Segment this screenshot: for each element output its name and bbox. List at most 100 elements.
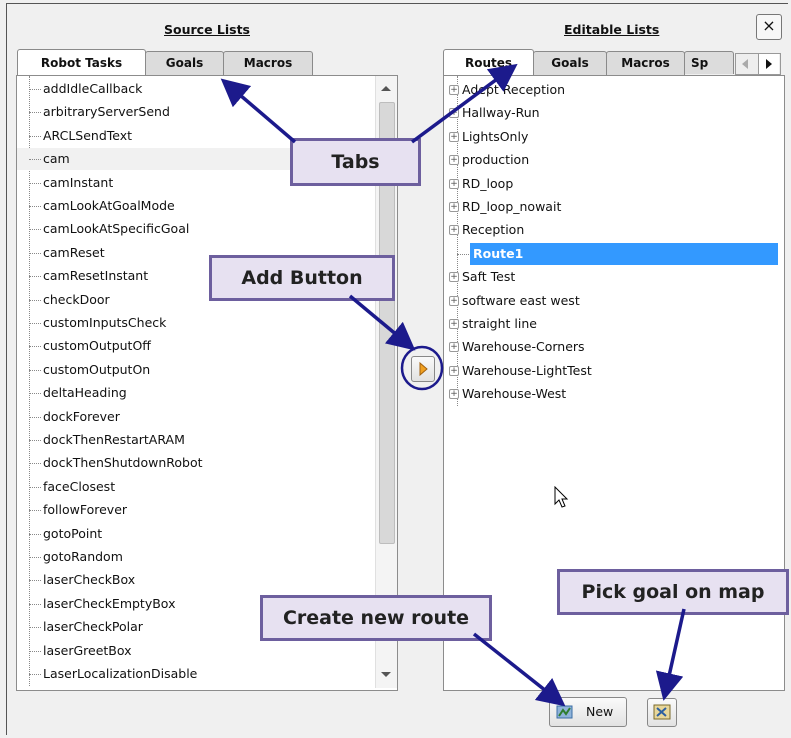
tab-macros-editable[interactable]: Macros	[606, 51, 685, 75]
expand-icon[interactable]: +	[449, 365, 459, 376]
list-item-label: camLookAtGoalMode	[43, 198, 175, 213]
route-item[interactable]: + Hallway-Run	[444, 102, 780, 124]
tab-goals[interactable]: Goals	[145, 51, 224, 75]
tab-goals-editable[interactable]: Goals	[533, 51, 607, 75]
expand-icon[interactable]: +	[449, 225, 459, 236]
route-item[interactable]: + Reception	[444, 219, 780, 241]
list-item[interactable]: customOutputOn	[17, 359, 373, 381]
list-item-label: laserCheckEmptyBox	[43, 595, 176, 611]
list-item[interactable]: laserGreetBox	[17, 640, 373, 662]
list-item[interactable]: followForever	[17, 499, 373, 521]
list-item-label: arbitraryServerSend	[43, 104, 170, 120]
tab-scroll-right-icon	[766, 59, 772, 69]
editable-lists-heading: Editable Lists	[564, 22, 660, 37]
route-item-label: production	[462, 152, 530, 168]
tab-macros[interactable]: Macros	[223, 51, 313, 75]
list-item[interactable]: deltaHeading	[17, 382, 373, 404]
route-item[interactable]: + Adept Reception	[444, 79, 780, 101]
add-button[interactable]	[411, 356, 435, 382]
play-arrow-icon	[419, 361, 428, 377]
tab-routes[interactable]: Routes	[443, 49, 534, 75]
list-item-label: LaserLocalizationDisable	[43, 666, 198, 681]
route-item[interactable]: + Warehouse-West	[444, 383, 780, 405]
tab-scroll-right-button[interactable]	[758, 54, 779, 74]
tree-connector	[29, 299, 41, 301]
scroll-down-icon[interactable]	[381, 672, 391, 677]
list-item[interactable]: customOutputOff	[17, 335, 373, 357]
list-item-label: laserCheckBox	[43, 572, 136, 588]
route-item-label: software east west	[462, 292, 580, 308]
list-item-label: addIdleCallback	[43, 81, 143, 96]
route-item-label: Reception	[462, 222, 525, 238]
list-item[interactable]: customInputsCheck	[17, 312, 373, 334]
tab-robot-tasks[interactable]: Robot Tasks	[17, 49, 146, 75]
tree-connector	[29, 346, 41, 348]
list-item[interactable]: dockThenRestartARAM	[17, 429, 373, 451]
expand-icon[interactable]: +	[449, 108, 459, 119]
tree-connector	[29, 276, 41, 278]
tab-sp[interactable]: Sp	[684, 51, 734, 74]
route-item-label: Adept Reception	[462, 82, 566, 97]
list-item-label: followForever	[43, 502, 128, 518]
expand-icon[interactable]: +	[449, 85, 459, 95]
expand-icon[interactable]: +	[449, 178, 459, 189]
expand-icon[interactable]: +	[449, 295, 459, 306]
list-item-label: camResetInstant	[43, 268, 149, 284]
close-button[interactable]: ×	[756, 14, 782, 40]
expand-icon[interactable]: +	[449, 389, 459, 400]
list-item-label: gotoPoint	[43, 525, 103, 541]
route-item-label: Warehouse-LightTest	[462, 362, 592, 378]
list-item[interactable]: LaserLocalizationDisable	[17, 663, 373, 685]
selected-route-label: Route1	[470, 242, 778, 265]
tree-connector	[29, 416, 41, 418]
route-item[interactable]: + straight line	[444, 313, 780, 335]
route-item[interactable]: + RD_loop_nowait	[444, 196, 780, 218]
expand-icon[interactable]: +	[449, 272, 459, 283]
pick-goal-button[interactable]	[647, 698, 677, 727]
expand-icon[interactable]: +	[449, 202, 459, 212]
expand-icon[interactable]: +	[449, 155, 459, 166]
route-item[interactable]: Route1	[444, 242, 780, 265]
list-item[interactable]: laserCheckBox	[17, 569, 373, 591]
tree-connector	[29, 369, 41, 371]
source-tab-bar: Robot Tasks Goals Macros	[17, 49, 417, 75]
list-item-label: dockThenRestartARAM	[43, 432, 185, 447]
list-item[interactable]: faceClosest	[17, 476, 373, 498]
route-item[interactable]: + Saft Test	[444, 266, 780, 288]
tree-connector	[29, 182, 41, 184]
list-item-label: ARCLSendText	[43, 127, 133, 143]
list-item[interactable]: gotoRandom	[17, 546, 373, 568]
tree-connector	[29, 252, 41, 254]
route-item[interactable]: + RD_loop	[444, 173, 780, 195]
route-item-label: LightsOnly	[462, 128, 529, 144]
list-item[interactable]: addIdleCallback	[17, 78, 373, 100]
list-item[interactable]: dockThenShutdownRobot	[17, 452, 373, 474]
route-item[interactable]: + production	[444, 149, 780, 171]
list-item[interactable]: gotoPoint	[17, 523, 373, 545]
route-item[interactable]: + software east west	[444, 290, 780, 312]
tree-connector	[29, 89, 41, 90]
tab-scroll-left-icon[interactable]	[742, 59, 748, 69]
list-item-label: camReset	[43, 244, 105, 260]
route-item[interactable]: + LightsOnly	[444, 126, 780, 148]
expand-icon[interactable]: +	[449, 342, 459, 353]
list-item[interactable]: arbitraryServerSend	[17, 101, 373, 123]
list-item[interactable]: dockForever	[17, 406, 373, 428]
expand-icon[interactable]: +	[449, 131, 459, 142]
route-item[interactable]: + Warehouse-LightTest	[444, 360, 780, 382]
tree-connector	[457, 253, 469, 255]
route-item-label: Hallway-Run	[462, 105, 540, 121]
expand-icon[interactable]: +	[449, 319, 459, 329]
list-item-label: laserGreetBox	[43, 642, 132, 658]
route-item[interactable]: + Warehouse-Corners	[444, 336, 780, 358]
list-item-label: deltaHeading	[43, 385, 127, 401]
tree-connector	[29, 159, 41, 161]
list-item-label: customOutputOff	[43, 338, 151, 354]
tree-connector	[29, 229, 41, 231]
route-item-label: Saft Test	[462, 269, 516, 285]
scroll-up-icon[interactable]	[381, 86, 391, 91]
list-item[interactable]: camLookAtGoalMode	[17, 195, 373, 217]
new-route-button[interactable]: New	[549, 697, 627, 727]
new-button-label: New	[586, 704, 614, 719]
list-item[interactable]: camLookAtSpecificGoal	[17, 218, 373, 240]
